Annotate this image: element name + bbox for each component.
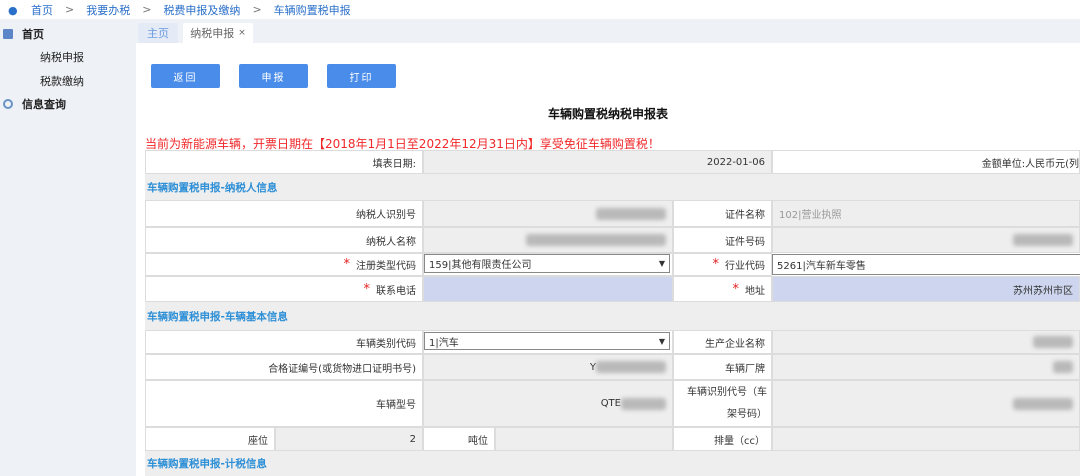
select-value: 1|汽车 xyxy=(429,337,459,349)
search-icon xyxy=(3,99,13,109)
section-tax-calc: 车辆购置税申报-计税信息 xyxy=(145,451,1080,476)
breadcrumb: ● 首页 > 我要办税 > 税费申报及缴纳 > 车辆购置税申报 xyxy=(0,0,1080,19)
tab-label: 纳税申报 xyxy=(190,27,235,40)
seats-label: 座位 xyxy=(145,427,275,451)
tab-declare[interactable]: 纳税申报 × xyxy=(183,23,253,43)
label-text: 地址 xyxy=(745,285,765,297)
chevron-down-icon: ▼ xyxy=(658,336,665,346)
phone-label: * 联系电话 xyxy=(145,276,423,302)
vin-label: 车辆识别代号（车架号码） xyxy=(673,380,772,427)
grid-icon xyxy=(3,29,13,39)
tab-home[interactable]: 主页 xyxy=(138,23,178,43)
vehicle-type-select[interactable]: 1|汽车 ▼ xyxy=(424,332,670,350)
sidebar-label: 信息查询 xyxy=(22,98,66,111)
taxpayer-name-label: 纳税人名称 xyxy=(145,227,423,253)
sidebar: 首页 纳税申报 税款缴纳 信息查询 xyxy=(0,19,136,476)
industry-input[interactable]: 5261|汽车新车零售 xyxy=(772,254,1080,275)
vehicle-type-label: 车辆类别代码 xyxy=(145,330,423,354)
maker-value xyxy=(772,330,1080,354)
address-label: * 地址 xyxy=(673,276,772,302)
back-button[interactable]: 返回 xyxy=(151,64,220,88)
brand-label: 车辆厂牌 xyxy=(673,354,772,380)
cert-no-label: 证件号码 xyxy=(673,227,772,253)
close-icon[interactable]: × xyxy=(238,28,246,38)
sidebar-item-payment[interactable]: 税款缴纳 xyxy=(40,73,84,89)
tonnage-value xyxy=(495,427,673,451)
label-text: 注册类型代码 xyxy=(356,261,416,272)
taxpayer-id-label: 纳税人识别号 xyxy=(145,200,423,227)
print-button[interactable]: 打印 xyxy=(327,64,396,88)
value-text: QTE xyxy=(600,398,621,409)
cert-no-value xyxy=(772,227,1080,253)
tab-bar: 主页 纳税申报 × xyxy=(136,19,1080,43)
sidebar-item-declare[interactable]: 纳税申报 xyxy=(40,49,84,65)
taxpayer-name-value xyxy=(423,227,673,253)
breadcrumb-declare[interactable]: 税费申报及缴纳 xyxy=(163,2,240,18)
select-value: 159|其他有限责任公司 xyxy=(429,260,532,271)
section-vehicle: 车辆购置税申报-车辆基本信息 xyxy=(145,302,1080,330)
submit-button[interactable]: 申报 xyxy=(239,64,308,88)
brand-value xyxy=(772,354,1080,380)
reg-type-select[interactable]: 159|其他有限责任公司 ▼ xyxy=(424,254,670,273)
industry-label: * 行业代码 xyxy=(673,253,772,276)
breadcrumb-tax[interactable]: 我要办税 xyxy=(86,2,130,18)
maker-label: 生产企业名称 xyxy=(673,330,772,354)
chevron-down-icon: ▼ xyxy=(658,259,665,268)
model-value: QTE xyxy=(423,380,673,427)
phone-input[interactable] xyxy=(423,276,673,302)
location-pin-icon: ● xyxy=(8,4,18,17)
fill-date-value: 2022-01-06 xyxy=(423,150,772,174)
taxpayer-id-value xyxy=(423,200,673,227)
displacement-value xyxy=(772,427,1080,451)
sidebar-label: 首页 xyxy=(22,28,44,41)
breadcrumb-home[interactable]: 首页 xyxy=(31,2,53,18)
currency-unit: 金额单位:人民币元(列 xyxy=(772,150,1080,174)
address-value[interactable]: 苏州苏州市区 xyxy=(772,276,1080,302)
section-taxpayer: 车辆购置税申报-纳税人信息 xyxy=(145,174,1080,200)
sidebar-item-query[interactable]: 信息查询 xyxy=(3,96,66,112)
cert-number-label: 合格证编号(或货物进口证明书号) xyxy=(145,354,423,380)
breadcrumb-current[interactable]: 车辆购置税申报 xyxy=(274,2,351,18)
seats-value: 2 xyxy=(275,427,423,451)
displacement-label: 排量（cc） xyxy=(673,427,772,451)
reg-type-label: * 注册类型代码 xyxy=(145,253,423,276)
label-text: 联系电话 xyxy=(376,285,416,297)
cert-name-label: 证件名称 xyxy=(673,200,772,227)
form-title: 车辆购置税纳税申报表 xyxy=(547,107,668,121)
fill-date-label: 填表日期: xyxy=(145,150,423,174)
label-text: 行业代码 xyxy=(725,261,765,272)
cert-number-value: Y xyxy=(423,354,673,380)
tonnage-label: 吨位 xyxy=(423,427,495,451)
model-label: 车辆型号 xyxy=(145,380,423,427)
sidebar-item-home[interactable]: 首页 xyxy=(3,26,44,42)
cert-name-value: 102|营业执照 xyxy=(772,200,1080,227)
vin-value xyxy=(772,380,1080,427)
